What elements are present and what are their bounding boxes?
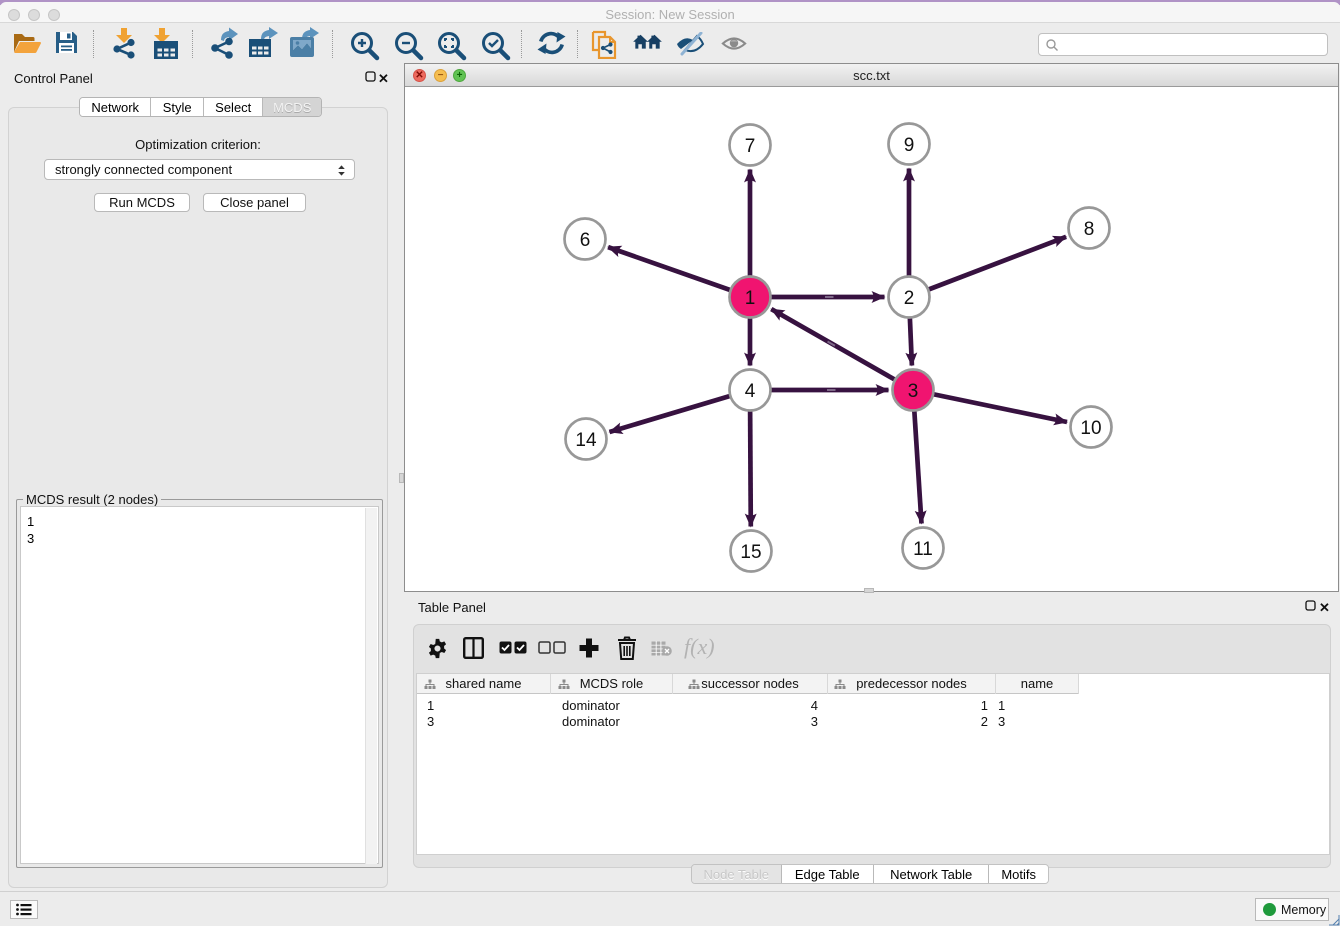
svg-text:6: 6	[580, 230, 591, 251]
svg-text:1: 1	[745, 288, 756, 309]
svg-text:2: 2	[904, 288, 915, 309]
svg-text:14: 14	[575, 430, 597, 451]
svg-text:11: 11	[913, 539, 933, 560]
svg-text:3: 3	[908, 381, 919, 402]
svg-text:15: 15	[740, 542, 761, 563]
svg-text:8: 8	[1084, 219, 1095, 240]
svg-text:4: 4	[745, 381, 756, 402]
svg-text:9: 9	[904, 135, 915, 156]
svg-text:7: 7	[745, 136, 756, 157]
svg-text:10: 10	[1080, 418, 1101, 439]
